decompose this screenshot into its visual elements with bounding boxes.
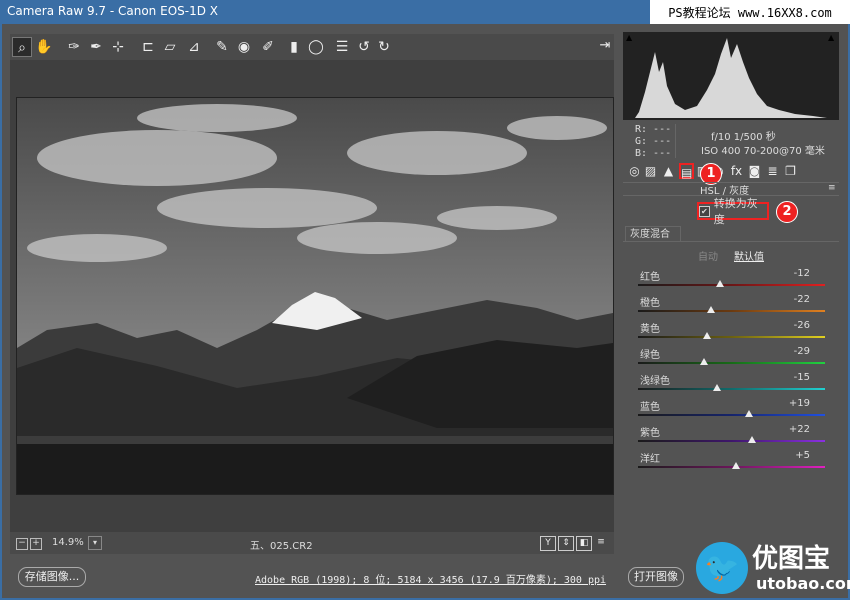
histogram	[623, 32, 839, 120]
toolbar: ⌕ ✋ ✑ ✒ ⊹ ⊏ ⏥ ⊿ ✎ ◉ ✐ ▮ ◯ ☰ ↺ ↻	[10, 34, 614, 60]
slider-value[interactable]: -12	[780, 268, 810, 279]
zoom-out-button[interactable]: −	[16, 538, 28, 550]
before-after-y-button[interactable]: Y	[540, 536, 556, 551]
slider-thumb[interactable]	[716, 280, 725, 287]
slider-label: 红色	[640, 272, 660, 283]
workflow-options-link[interactable]: Adobe RGB (1998); 8 位; 5184 x 3456 (17.9…	[255, 571, 606, 586]
file-name: 五、025.CR2	[250, 541, 313, 552]
white-balance-icon[interactable]: ✑	[64, 37, 84, 57]
slider-value[interactable]: -29	[780, 346, 810, 357]
iso-lens-info: ISO 400 70-200@70 毫米	[701, 146, 825, 157]
radial-filter-icon[interactable]: ◯	[306, 37, 326, 57]
b-readout: B: ---	[635, 148, 672, 159]
slider-value[interactable]: +22	[780, 424, 810, 435]
slider-track[interactable]	[638, 310, 825, 312]
highlight-clipping-icon[interactable]: ▲	[828, 33, 834, 42]
basic-tab-icon[interactable]: ◎	[627, 163, 642, 179]
slider-label: 黄色	[640, 324, 660, 335]
slider-thumb[interactable]	[745, 410, 754, 417]
slider-label: 洋红	[640, 454, 660, 465]
red-eye-icon[interactable]: ◉	[234, 37, 254, 57]
watermark-banner: PS教程论坛 www.16XX8.com	[650, 0, 850, 24]
slider-label: 橙色	[640, 298, 660, 309]
fx-tab-icon[interactable]: fx	[729, 163, 744, 179]
preview-image	[16, 97, 614, 495]
copy-view-button[interactable]: ◧	[576, 536, 592, 551]
export-icon[interactable]: ⇥	[596, 38, 614, 54]
panel-menu-icon[interactable]: ≡	[828, 184, 838, 193]
graduated-filter-icon[interactable]: ▮	[284, 37, 304, 57]
slider-label: 浅绿色	[640, 376, 670, 387]
g-readout: G: ---	[635, 136, 672, 147]
slider-thumb[interactable]	[732, 462, 741, 469]
slider-value[interactable]: +5	[780, 450, 810, 461]
zoom-in-button[interactable]: +	[30, 538, 42, 550]
rotate-ccw-icon[interactable]: ↺	[354, 37, 374, 57]
window-title: Camera Raw 9.7 - Canon EOS-1D X	[7, 4, 218, 18]
image-info: R: --- G: --- B: --- f/10 1/500 秒 ISO 40…	[623, 120, 839, 159]
logo-chinese: 优图宝	[752, 544, 831, 574]
slider-label: 紫色	[640, 428, 660, 439]
convert-grayscale-label: 转换为灰度	[713, 197, 758, 226]
slider-track[interactable]	[638, 388, 825, 390]
crop-icon[interactable]: ⊏	[138, 37, 158, 57]
slider-track[interactable]	[638, 414, 825, 416]
transform-icon[interactable]: ⊿	[184, 37, 204, 57]
slider-thumb[interactable]	[703, 332, 712, 339]
shadow-clipping-icon[interactable]: ▲	[626, 33, 632, 42]
hand-icon[interactable]: ✋	[34, 37, 54, 57]
slider-value[interactable]: -26	[780, 320, 810, 331]
detail-tab-icon[interactable]: ▲	[661, 163, 676, 179]
step-marker-2: 2	[776, 201, 798, 223]
tab-grayscale-mix[interactable]: 灰度混合	[625, 226, 681, 242]
zoom-level: 14.9%	[52, 537, 84, 548]
brush-icon[interactable]: ✐	[258, 37, 278, 57]
slider-track[interactable]	[638, 284, 825, 286]
info-divider	[675, 124, 676, 158]
zoom-dropdown-icon[interactable]: ▾	[88, 536, 102, 550]
zoom-icon[interactable]: ⌕	[12, 37, 32, 57]
color-sampler-icon[interactable]: ✒	[86, 37, 106, 57]
presets-tab-icon[interactable]: ≣	[765, 163, 780, 179]
straighten-icon[interactable]: ⏥	[160, 37, 180, 57]
exposure-info: f/10 1/500 秒	[711, 132, 776, 143]
logo-domain: utobao.com	[756, 574, 850, 593]
r-readout: R: ---	[635, 124, 672, 135]
hsl-tab-icon[interactable]: ▤	[679, 163, 694, 180]
swap-view-button[interactable]: ⇕	[558, 536, 574, 551]
slider-label: 绿色	[640, 350, 660, 361]
slider-thumb[interactable]	[713, 384, 722, 391]
tone-curve-tab-icon[interactable]: ▨	[643, 163, 658, 179]
view-settings-icon[interactable]: ≡	[594, 536, 608, 549]
slider-thumb[interactable]	[700, 358, 709, 365]
slider-label: 蓝色	[640, 402, 660, 413]
slider-track[interactable]	[638, 336, 825, 338]
slider-value[interactable]: -22	[780, 294, 810, 305]
convert-grayscale-checkbox[interactable]: ✔ 转换为灰度	[697, 197, 769, 226]
camera-calibration-tab-icon[interactable]: ◙	[747, 163, 762, 179]
slider-thumb[interactable]	[748, 436, 757, 443]
bird-icon: 🐦	[696, 542, 748, 594]
default-button[interactable]: 默认值	[734, 248, 764, 263]
snapshots-tab-icon[interactable]: ❐	[783, 163, 798, 179]
slider-thumb[interactable]	[706, 306, 715, 313]
target-adjust-icon[interactable]: ⊹	[108, 37, 128, 57]
rotate-cw-icon[interactable]: ↻	[374, 37, 394, 57]
open-image-button[interactable]: 打开图像	[628, 567, 684, 587]
status-bar: − + 14.9% ▾ 五、025.CR2 Y ⇕ ◧ ≡	[10, 532, 614, 554]
spot-removal-icon[interactable]: ✎	[212, 37, 232, 57]
panel-tabs: ◎▨▲▤▥◐fx◙≣❐	[623, 160, 839, 182]
slider-value[interactable]: +19	[780, 398, 810, 409]
save-image-button[interactable]: 存储图像...	[18, 567, 86, 587]
auto-button[interactable]: 自动	[698, 248, 718, 263]
logo: 🐦 优图宝 utobao.com	[690, 538, 850, 600]
divider	[623, 241, 839, 242]
slider-value[interactable]: -15	[780, 372, 810, 383]
checkbox-icon: ✔	[699, 205, 710, 217]
slider-track[interactable]	[638, 362, 825, 364]
preferences-icon[interactable]: ☰	[332, 37, 352, 57]
slider-track[interactable]	[638, 440, 825, 442]
